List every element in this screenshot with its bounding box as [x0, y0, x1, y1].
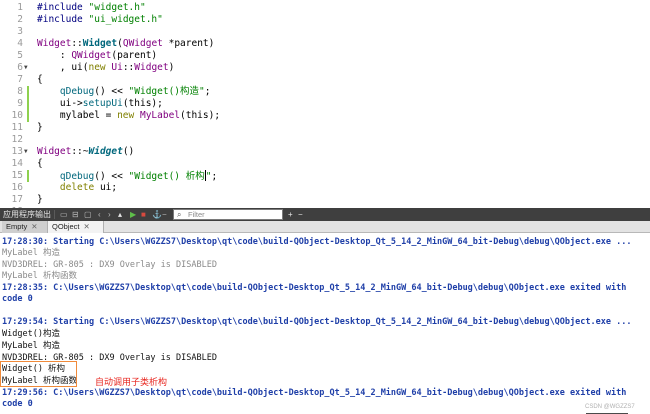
output-tab-bar: Empty ✕ QObject ✕ [0, 221, 650, 233]
zoom-out-icon[interactable]: − [162, 208, 167, 221]
code-editor[interactable]: 1 2 3 4 5 6 7 8 9 10 11 12 13 14 15 16 1… [0, 0, 650, 208]
code-line: qDebug() << "Widget()构造"; [59, 86, 211, 97]
line-number: 11 [11, 122, 23, 133]
code-line: } [37, 122, 43, 133]
line-number: 1 [17, 2, 23, 13]
line-number: 2 [17, 14, 23, 25]
output-line: code 0 [2, 399, 33, 409]
close-icon[interactable]: ✕ [31, 222, 37, 231]
line-number: 3 [17, 26, 23, 37]
line-number: 9 [17, 98, 23, 109]
code-line: mylabel = new MyLabel(this); [37, 110, 221, 121]
line-number: 7 [17, 74, 23, 85]
code-line: delete ui; [59, 182, 118, 193]
search-icon: ⌕ [177, 210, 182, 219]
output-line: MyLabel 构造 [2, 341, 60, 351]
output-line: MyLabel 构造 [2, 248, 60, 258]
application-output[interactable]: 17:28:30: Starting C:\Users\WGZZS7\Deskt… [0, 233, 650, 414]
code-line: #include "ui_widget.h" [37, 14, 163, 25]
watermark: CSDN @WGZZS7 [585, 404, 635, 410]
output-line: code 0 [2, 294, 33, 304]
modified-line-marker [27, 86, 29, 98]
output-line: 17:28:30: Starting C:\Users\WGZZS7\Deskt… [2, 237, 632, 247]
output-panel-toolbar: 应用程序输出 ▭ ⊟ ▢ ‹ › ▴ ▶ ■ ⚓ − ⌕ Filter + − [0, 208, 650, 221]
code-line: { [37, 158, 43, 169]
line-number: 12 [11, 134, 23, 145]
line-number: 4 [17, 38, 23, 49]
annotation-text: 自动调用子类析构 [95, 377, 168, 387]
line-number: 5 [17, 50, 23, 61]
close-icon[interactable]: ✕ [84, 222, 90, 231]
toolbar-divider [54, 210, 55, 219]
tab-qobject[interactable]: QObject ✕ [48, 221, 104, 233]
line-number: 14 [11, 158, 23, 169]
code-line: ui->setupUi(this); [37, 98, 163, 109]
fold-arrow-icon[interactable]: ▼ [24, 62, 30, 74]
modified-line-marker [27, 110, 29, 122]
prev-icon[interactable]: ‹ [98, 208, 101, 221]
filter-input[interactable]: ⌕ Filter [173, 209, 283, 220]
attach-icon[interactable]: ▭ [60, 208, 68, 221]
code-line: , ui(new Ui::Widget) [37, 62, 175, 73]
output-line: NVD3DREL: GR-805 : DX9 Overlay is DISABL… [2, 260, 217, 270]
code-line: { [37, 74, 43, 85]
line-number: 13 [11, 146, 23, 157]
line-number: 17 [11, 194, 23, 205]
line-number: 10 [11, 110, 23, 121]
code-line: } [37, 194, 43, 205]
pin-icon[interactable]: ⊟ [72, 208, 79, 221]
tab-empty[interactable]: Empty ✕ [2, 221, 48, 233]
output-line: MyLabel 析构函数 [2, 271, 77, 281]
output-line: Widget()构造 [2, 329, 60, 339]
code-line: Widget::~Widget() [37, 146, 135, 157]
stop-icon[interactable]: ■ [141, 208, 146, 221]
output-line: 17:29:56: C:\Users\WGZZS7\Desktop\qt\cod… [2, 388, 627, 398]
code-line: #include "widget.h" [37, 2, 146, 13]
line-number: 8 [17, 86, 23, 97]
fold-arrow-icon[interactable]: ▼ [24, 146, 30, 158]
modified-line-marker [27, 170, 29, 182]
panel-title: 应用程序输出 [3, 210, 51, 219]
line-number-gutter: 1 2 3 4 5 6 7 8 9 10 11 12 13 14 15 16 1… [0, 0, 30, 208]
run-icon[interactable]: ▶ [130, 208, 136, 221]
up-icon[interactable]: ▴ [118, 208, 122, 221]
code-line: : QWidget(parent) [37, 50, 158, 61]
highlight-box [0, 361, 77, 387]
attach-process-icon[interactable]: ⚓ [152, 208, 162, 221]
line-number: 15 [11, 170, 23, 181]
remove-icon[interactable]: − [298, 208, 303, 221]
output-line: 17:28:35: C:\Users\WGZZS7\Desktop\qt\cod… [2, 283, 627, 293]
dock-icon[interactable]: ▢ [84, 208, 92, 221]
next-icon[interactable]: › [108, 208, 111, 221]
line-number: 16 [11, 182, 23, 193]
code-line: Widget::Widget(QWidget *parent) [37, 38, 215, 49]
filter-placeholder: Filter [188, 210, 205, 219]
add-icon[interactable]: + [288, 208, 293, 221]
modified-line-marker [27, 98, 29, 110]
output-line: 17:29:54: Starting C:\Users\WGZZS7\Deskt… [2, 317, 632, 327]
line-number: 6 [17, 62, 23, 73]
